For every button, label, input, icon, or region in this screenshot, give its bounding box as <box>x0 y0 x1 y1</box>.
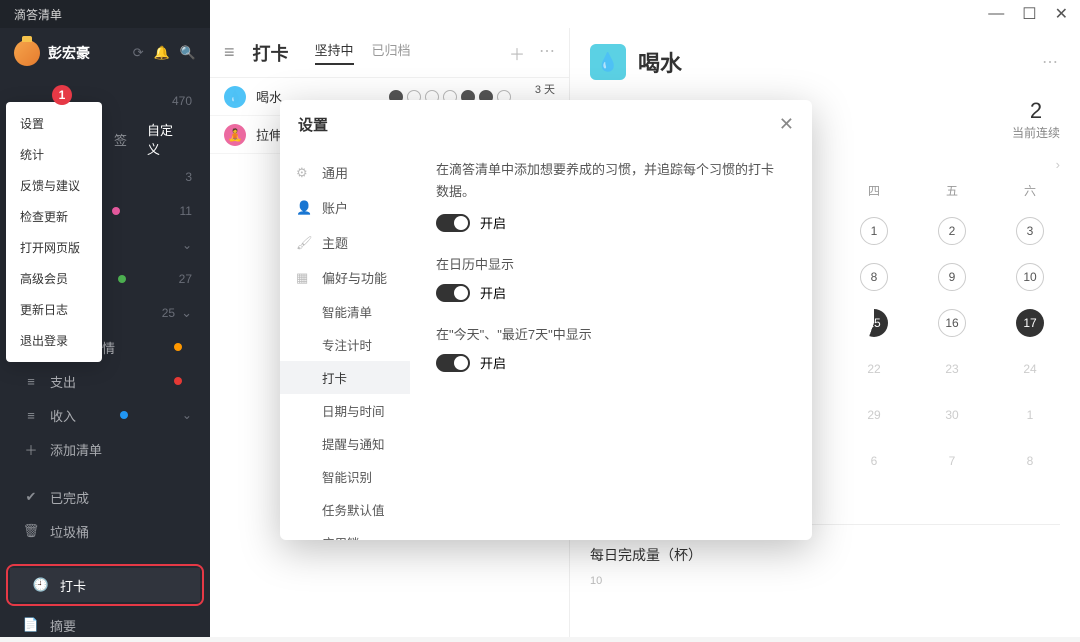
modal-header: 设置 ✕ <box>280 100 812 149</box>
nav-item-done[interactable]: ✔已完成 <box>0 480 210 514</box>
yaxis-label: 10 <box>590 575 1060 587</box>
profile-menu: 设置 统计 反馈与建议 检查更新 打开网页版 高级会员 更新日志 退出登录 <box>6 102 102 362</box>
nav-item-add[interactable]: ＋添加清单 <box>0 432 210 466</box>
sub-focus[interactable]: 专注计时 <box>280 328 410 361</box>
stat-number: 2 <box>1012 98 1060 124</box>
tab-archived-habits[interactable]: 已归档 <box>372 40 411 65</box>
more-icon[interactable]: ⋯ <box>539 41 555 65</box>
menu-changelog[interactable]: 更新日志 <box>6 294 102 325</box>
tab-active-habits[interactable]: 坚持中 <box>315 40 354 65</box>
maximize-button[interactable]: ☐ <box>1022 4 1036 24</box>
habit-tabs: 坚持中 已归档 <box>315 40 411 65</box>
stat-label: 当前连续 <box>1012 124 1060 141</box>
settings-sidebar: ⚙通用 👤账户 🖌主题 ▦偏好与功能 智能清单 专注计时 打卡 日期与时间 提醒… <box>280 149 410 540</box>
settings-modal: 设置 ✕ ⚙通用 👤账户 🖌主题 ▦偏好与功能 智能清单 专注计时 打卡 日期与… <box>280 100 812 540</box>
menu-web[interactable]: 打开网页版 <box>6 232 102 263</box>
callout-badge-1: 1 <box>52 85 72 105</box>
color-dot-red <box>174 377 182 385</box>
nav-item-daka[interactable]: 🕘打卡 <box>10 568 200 602</box>
note-icon: 📄 <box>22 617 40 633</box>
water-icon: 💧 <box>224 86 246 108</box>
avatar[interactable] <box>14 40 40 66</box>
color-dot-blue <box>120 411 128 419</box>
today-toggle[interactable] <box>436 354 470 372</box>
detail-water-icon: 💧 <box>590 44 626 80</box>
habit-toggle[interactable] <box>436 214 470 232</box>
bell-icon[interactable]: 🔔 <box>154 45 170 61</box>
menu-logout[interactable]: 退出登录 <box>6 325 102 356</box>
settings-features[interactable]: ▦偏好与功能 <box>280 260 410 295</box>
panel-title: 打卡 <box>253 40 289 66</box>
plus-icon: ＋ <box>22 440 40 459</box>
settings-theme[interactable]: 🖌主题 <box>280 225 410 260</box>
search-icon[interactable]: 🔍 <box>180 45 196 61</box>
daily-completion-title: 每日完成量（杯） <box>590 545 1060 565</box>
menu-stats[interactable]: 统计 <box>6 139 102 170</box>
menu-settings[interactable]: 设置 <box>6 108 102 139</box>
brush-icon: 🖌 <box>296 235 314 251</box>
toggle-label: 开启 <box>480 283 506 302</box>
next-month-icon[interactable]: › <box>1056 157 1060 172</box>
nav-item-trash[interactable]: 🗑垃圾桶 <box>0 514 210 548</box>
detail-header: 💧 喝水 ⋯ <box>590 44 1060 80</box>
app-name: 滴答清单 <box>14 6 62 23</box>
menu-premium[interactable]: 高级会员 <box>6 263 102 294</box>
sub-nlp[interactable]: 智能识别 <box>280 460 410 493</box>
nav-item-zhichu[interactable]: ≡支出 <box>0 364 210 398</box>
sub-defaults[interactable]: 任务默认值 <box>280 493 410 526</box>
modal-title: 设置 <box>298 114 328 135</box>
feature-description: 在滴答清单中添加想要养成的习惯，并追踪每个习惯的打卡数据。 <box>436 159 782 203</box>
sub-smartlist[interactable]: 智能清单 <box>280 295 410 328</box>
grid-icon: ▦ <box>296 270 314 286</box>
highlight-box-daka: 🕘打卡 <box>6 564 204 606</box>
color-dot-green <box>118 275 126 283</box>
list-icon: ≡ <box>22 408 40 423</box>
sidebar-tab-b[interactable]: 自定义 <box>147 120 174 158</box>
clock-icon: 🕘 <box>32 577 50 593</box>
sub-applock[interactable]: 应用锁 <box>280 526 410 540</box>
gear-icon: ⚙ <box>296 165 314 181</box>
modal-close-button[interactable]: ✕ <box>779 114 794 135</box>
calendar-toggle[interactable] <box>436 284 470 302</box>
color-dot-orange <box>174 343 182 351</box>
user-header[interactable]: 彭宏豪 ⟳ 🔔 🔍 <box>0 28 210 78</box>
calendar-display-label: 在日历中显示 <box>436 254 782 273</box>
color-dot-pink <box>112 207 120 215</box>
add-habit-icon[interactable]: ＋ <box>509 41 525 65</box>
window-controls: — ☐ ✕ <box>210 0 1080 28</box>
sidebar-tab-a[interactable]: 签 <box>114 130 127 149</box>
settings-general[interactable]: ⚙通用 <box>280 155 410 190</box>
trash-icon: 🗑 <box>22 523 40 539</box>
today-display-label: 在"今天"、"最近7天"中显示 <box>436 324 782 343</box>
hamburger-icon[interactable]: ≡ <box>224 42 235 63</box>
list-icon: ≡ <box>22 374 40 389</box>
sync-icon[interactable]: ⟳ <box>133 45 144 61</box>
menu-feedback[interactable]: 反馈与建议 <box>6 170 102 201</box>
stretch-icon: 🧘 <box>224 124 246 146</box>
toggle-label: 开启 <box>480 353 506 372</box>
sub-daka[interactable]: 打卡 <box>280 361 410 394</box>
minimize-button[interactable]: — <box>988 5 1004 23</box>
sidebar: 彭宏豪 ⟳ 🔔 🔍 设置 统计 反馈与建议 检查更新 打开网页版 高级会员 更新… <box>0 28 210 637</box>
toggle-label: 开启 <box>480 213 506 232</box>
user-icon: 👤 <box>296 200 314 216</box>
nav-item-shouru[interactable]: ≡收入⌄ <box>0 398 210 432</box>
detail-title: 喝水 <box>638 46 1030 78</box>
sub-reminder[interactable]: 提醒与通知 <box>280 427 410 460</box>
settings-account[interactable]: 👤账户 <box>280 190 410 225</box>
check-icon: ✔ <box>22 489 40 505</box>
username: 彭宏豪 <box>48 43 133 63</box>
close-window-button[interactable]: ✕ <box>1055 4 1068 24</box>
settings-content: 在滴答清单中添加想要养成的习惯，并追踪每个习惯的打卡数据。 开启 在日历中显示 … <box>410 149 812 540</box>
sub-datetime[interactable]: 日期与时间 <box>280 394 410 427</box>
menu-update[interactable]: 检查更新 <box>6 201 102 232</box>
detail-more-icon[interactable]: ⋯ <box>1042 52 1060 72</box>
habit-panel-header: ≡ 打卡 坚持中 已归档 ＋ ⋯ <box>210 28 569 78</box>
